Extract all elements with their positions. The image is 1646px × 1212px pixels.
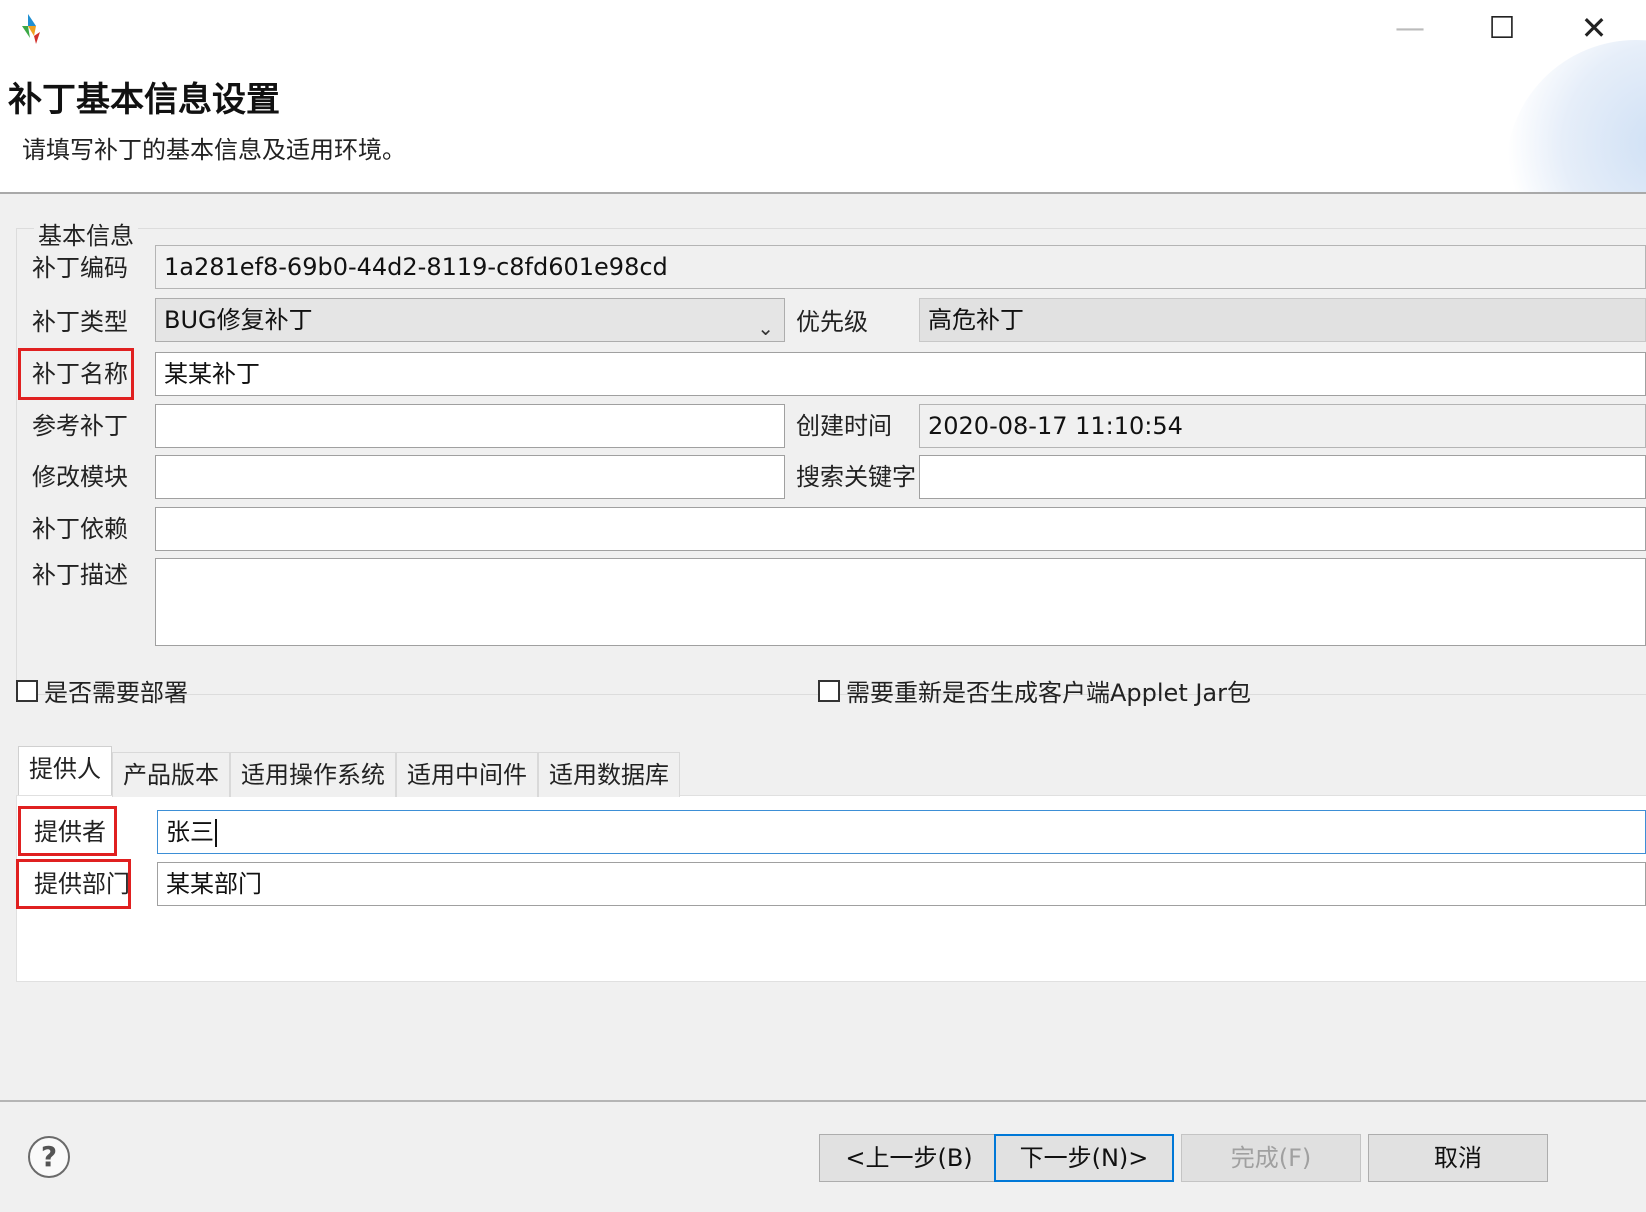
patch-type-value: BUG修复补丁 [164, 306, 313, 334]
patch-type-label: 补丁类型 [32, 308, 128, 336]
regen-applet-checkbox[interactable]: 需要重新是否生成客户端Applet Jar包 [818, 673, 1251, 708]
chevron-down-icon: ⌄ [757, 316, 774, 340]
patch-code-field[interactable]: 1a281ef8-69b0-44d2-8119-c8fd601e98cd [155, 245, 1646, 289]
minimize-button[interactable]: — [1380, 6, 1440, 50]
tab-provider[interactable]: 提供人 [18, 746, 112, 795]
description-label: 补丁描述 [32, 561, 128, 589]
priority-label: 优先级 [796, 308, 868, 336]
dialog-header: — ☐ ✕ 补丁基本信息设置 请填写补丁的基本信息及适用环境。 [0, 0, 1646, 194]
footer-divider [0, 1100, 1646, 1102]
app-logo-icon [22, 14, 40, 44]
department-input[interactable]: 某某部门 [157, 862, 1646, 906]
checkbox-box[interactable] [16, 679, 38, 702]
modify-module-label: 修改模块 [32, 463, 128, 491]
tab-os[interactable]: 适用操作系统 [230, 752, 396, 797]
dialog-subtitle: 请填写补丁的基本信息及适用环境。 [22, 136, 406, 164]
search-keyword-input[interactable] [919, 455, 1646, 499]
tab-product-version[interactable]: 产品版本 [112, 752, 230, 797]
checkbox-box[interactable] [818, 679, 840, 702]
tab-middleware[interactable]: 适用中间件 [396, 752, 538, 797]
close-button[interactable]: ✕ [1564, 6, 1624, 50]
dependency-input[interactable] [155, 507, 1646, 551]
dependency-label: 补丁依赖 [32, 515, 128, 543]
provider-label: 提供者 [34, 818, 106, 846]
cancel-button[interactable]: 取消 [1368, 1134, 1548, 1182]
tab-bar: 提供人 产品版本 适用操作系统 适用中间件 适用数据库 [18, 746, 680, 797]
help-icon[interactable]: ? [28, 1136, 70, 1178]
tab-database[interactable]: 适用数据库 [538, 752, 680, 797]
created-time-label: 创建时间 [796, 412, 892, 440]
department-label: 提供部门 [34, 870, 130, 898]
need-deploy-checkbox[interactable]: 是否需要部署 [16, 673, 188, 708]
modify-module-input[interactable] [155, 455, 785, 499]
ref-patch-input[interactable] [155, 404, 785, 448]
ref-patch-label: 参考补丁 [32, 412, 128, 440]
finish-button[interactable]: 完成(F) [1181, 1134, 1361, 1182]
patch-name-label: 补丁名称 [32, 360, 128, 388]
description-textarea[interactable] [155, 558, 1646, 646]
dialog-title: 补丁基本信息设置 [8, 80, 280, 120]
header-decoration [1506, 40, 1646, 192]
patch-type-select[interactable]: BUG修复补丁 ⌄ [155, 298, 785, 342]
next-button[interactable]: 下一步(N)> [994, 1134, 1174, 1182]
search-keyword-label: 搜索关键字 [796, 463, 916, 491]
patch-name-input[interactable]: 某某补丁 [155, 352, 1646, 396]
maximize-button[interactable]: ☐ [1472, 6, 1532, 50]
provider-value: 张三 [166, 818, 214, 846]
patch-code-label: 补丁编码 [32, 254, 128, 282]
basic-info-group-label: 基本信息 [34, 216, 138, 251]
priority-field[interactable]: 高危补丁 [919, 298, 1646, 342]
created-time-field[interactable]: 2020-08-17 11:10:54 [919, 404, 1646, 448]
back-button[interactable]: <上一步(B) [819, 1134, 999, 1182]
provider-input[interactable]: 张三 [157, 810, 1646, 854]
need-deploy-label: 是否需要部署 [44, 679, 188, 707]
text-caret [215, 819, 217, 847]
regen-applet-label: 需要重新是否生成客户端Applet Jar包 [846, 679, 1252, 707]
